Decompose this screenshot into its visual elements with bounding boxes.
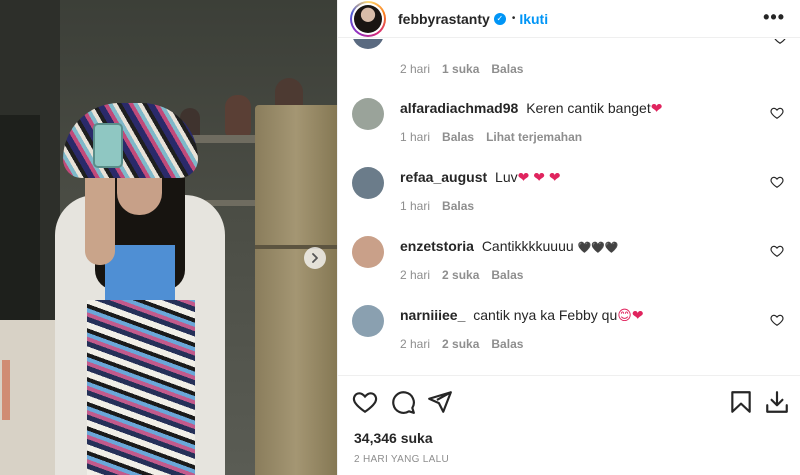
photo-fridge-handle	[255, 245, 337, 249]
comment-time: 1 hari	[400, 130, 431, 144]
download-icon[interactable]	[764, 389, 790, 415]
comment-avatar[interactable]	[352, 305, 384, 337]
chevron-right-icon	[312, 253, 318, 263]
post-date: 2 HARI YANG LALU	[354, 454, 450, 465]
likes-count[interactable]: 34,346 suka	[354, 430, 433, 446]
reply-button[interactable]: Balas	[491, 268, 523, 282]
comment-emoji: 😊❤	[617, 307, 644, 323]
comment-text: cantik nya ka Febby qu	[473, 307, 618, 323]
photo-phone	[93, 123, 123, 168]
comment-avatar[interactable]	[352, 167, 384, 199]
carousel-next-button[interactable]	[304, 247, 326, 269]
reply-button[interactable]: Balas	[491, 337, 523, 351]
save-bookmark-icon[interactable]	[728, 389, 754, 415]
more-options-icon[interactable]: •••	[763, 8, 785, 26]
heart-outline-icon[interactable]	[773, 39, 787, 45]
photo-vase	[225, 95, 251, 137]
photo-person	[45, 95, 225, 475]
follow-button[interactable]: Ikuti	[519, 11, 548, 27]
photo-fridge	[255, 105, 337, 475]
post-header: febbyrastanty ✓ • Ikuti •••	[338, 0, 800, 38]
reply-button[interactable]: Balas	[442, 199, 474, 213]
comment-likes[interactable]: 2 suka	[442, 337, 479, 351]
comment-time: 2 hari	[400, 337, 431, 351]
photo-hat	[63, 103, 198, 178]
comment-meta: 1 hari Balas Lihat terjemahan	[400, 130, 582, 144]
comment-meta: 2 hari 2 suka Balas	[400, 337, 523, 351]
author-username[interactable]: febbyrastanty	[398, 11, 490, 27]
reply-button[interactable]: Balas	[491, 62, 523, 76]
comment-text: Keren cantik banget	[526, 100, 651, 116]
post-actions: 34,346 suka 2 HARI YANG LALU	[338, 375, 800, 475]
comment-time: 2 hari	[400, 62, 431, 76]
comment-username[interactable]: refaa_august	[400, 169, 487, 185]
post-photo	[0, 0, 337, 475]
reply-button[interactable]: Balas	[442, 130, 474, 144]
comment-emoji: ❤	[650, 100, 663, 116]
heart-outline-icon[interactable]	[770, 175, 784, 189]
comment-emoji: ❤ ❤ ❤	[517, 169, 561, 185]
comment-body: narniiiee_ cantik nya ka Febby qu😊❤	[400, 307, 644, 324]
comment-avatar[interactable]	[352, 39, 384, 49]
like-heart-icon[interactable]	[352, 389, 378, 415]
comment-username[interactable]: alfaradiachmad98	[400, 100, 518, 116]
heart-outline-icon[interactable]	[770, 106, 784, 120]
post-panel: febbyrastanty ✓ • Ikuti ••• 2 hari 1 suk…	[337, 0, 800, 475]
avatar[interactable]	[350, 0, 386, 37]
comments-list[interactable]: 2 hari 1 suka Balas alfaradiachmad98 Ker…	[338, 39, 800, 375]
comment-username[interactable]: enzetstoria	[400, 238, 474, 254]
comment-username[interactable]: narniiiee_	[400, 307, 465, 323]
comment-meta: 1 hari Balas	[400, 199, 474, 213]
comment-likes[interactable]: 2 suka	[442, 268, 479, 282]
comment-text: Luv	[495, 169, 518, 185]
comment-body: enzetstoria Cantikkkkuuuu 🖤🖤🖤	[400, 238, 619, 254]
comment-meta: 2 hari 2 suka Balas	[400, 268, 523, 282]
comment-meta: 2 hari 1 suka Balas	[400, 62, 523, 76]
photo-top	[105, 245, 175, 300]
comment-avatar[interactable]	[352, 236, 384, 268]
comment-emoji: 🖤🖤🖤	[577, 242, 619, 254]
comment-text: Cantikkkkuuuu	[481, 238, 574, 254]
comment-avatar[interactable]	[352, 98, 384, 130]
verified-badge-icon: ✓	[493, 12, 506, 25]
heart-outline-icon[interactable]	[770, 244, 784, 258]
avatar-border	[352, 2, 384, 35]
comment-body: alfaradiachmad98 Keren cantik banget❤	[400, 100, 662, 117]
avatar-image	[354, 4, 382, 33]
comment-time: 2 hari	[400, 268, 431, 282]
share-send-icon[interactable]	[427, 389, 453, 415]
photo-counter-label	[2, 360, 10, 420]
comment-likes[interactable]: 1 suka	[442, 62, 479, 76]
comment-time: 1 hari	[400, 199, 431, 213]
separator-dot: •	[511, 13, 516, 24]
comment-body: refaa_august Luv❤ ❤ ❤	[400, 169, 561, 186]
photo-skirt	[87, 300, 195, 475]
see-translation-link[interactable]: Lihat terjemahan	[486, 130, 582, 144]
heart-outline-icon[interactable]	[770, 313, 784, 327]
comment-bubble-icon[interactable]	[390, 389, 416, 415]
